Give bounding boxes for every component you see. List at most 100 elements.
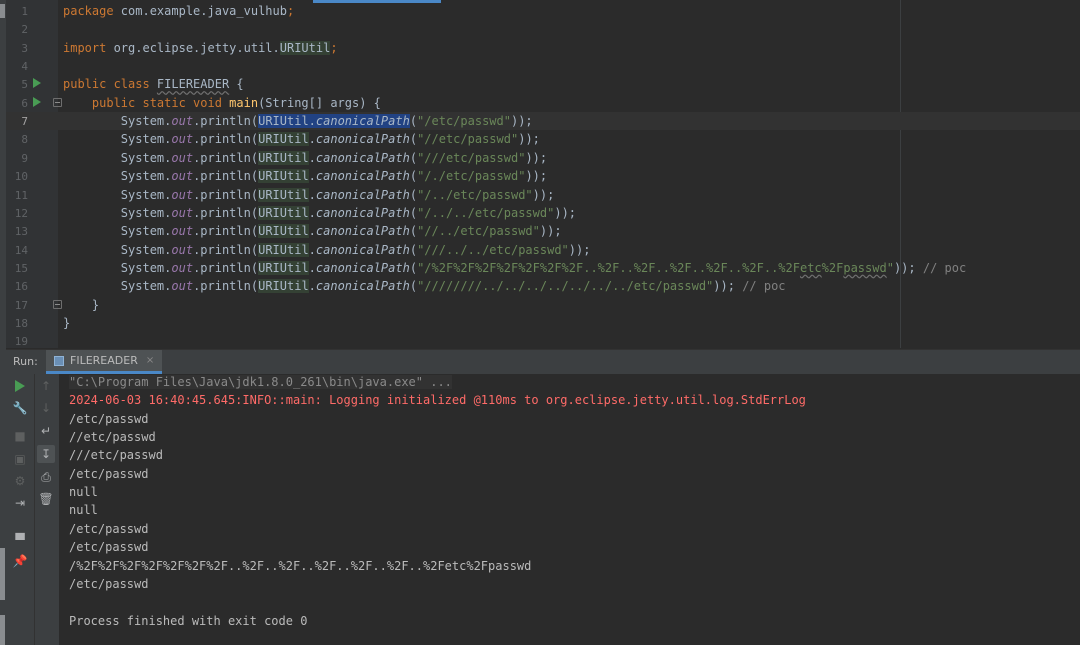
line-number[interactable]: 4 [6,60,28,73]
line-number[interactable]: 2 [6,23,28,36]
print-icon[interactable]: ⎙ [38,469,54,485]
code-token: import [63,40,114,55]
line-number[interactable]: 18 [6,317,28,330]
code-token: ( [409,260,418,275]
trash-icon[interactable]: 🗑 [38,491,54,507]
code-line[interactable]: 16 System.out.println(URIUtil.canonicalP… [6,277,1080,295]
code-token: URIUtil [258,279,309,294]
code-token: System. [63,150,172,165]
line-number[interactable]: 3 [6,42,28,55]
console-line: null [69,503,98,518]
code-token: etc [799,260,822,275]
code-token: // poc [742,279,786,294]
project-tool-tab[interactable] [0,4,5,18]
code-token: )); [510,114,533,129]
code-token: System. [63,205,172,220]
code-line[interactable]: 11 System.out.println(URIUtil.canonicalP… [6,186,1080,204]
arrow-up-icon[interactable]: ↑ [38,378,54,394]
arrow-down-icon[interactable]: ↓ [38,400,54,416]
code-token: canonicalPath [315,224,410,239]
line-number[interactable]: 13 [6,225,28,238]
line-number[interactable]: 14 [6,244,28,257]
code-token: canonicalPath [315,187,410,202]
code-token: canonicalPath [315,150,410,165]
line-number[interactable]: 5 [6,78,28,91]
code-text: System.out.println(URIUtil.canonicalPath… [63,279,786,294]
code-line[interactable]: 5 public class FILEREADER { [6,75,1080,93]
run-toolbar-primary: 🔧 ■ ▣ ⚙ ⇥ ▄ 📌 [6,374,34,645]
wrench-icon[interactable]: 🔧 [12,400,28,416]
code-line[interactable]: 8 System.out.println(URIUtil.canonicalPa… [6,130,1080,148]
rerun-button[interactable] [12,378,28,394]
camera-icon[interactable]: ▣ [12,451,28,467]
code-line[interactable]: 12 System.out.println(URIUtil.canonicalP… [6,204,1080,222]
code-token: )); [525,169,548,184]
fold-icon[interactable] [53,97,62,107]
console-line: "C:\Program Files\Java\jdk1.8.0_261\bin\… [69,375,452,389]
line-number[interactable]: 9 [6,152,28,165]
layout-icon[interactable]: ▄ [12,525,28,541]
structure-tool-tab[interactable] [0,548,5,600]
code-token: .println( [193,205,259,220]
stop-icon[interactable]: ■ [12,428,28,444]
code-token: )); [532,187,555,202]
run-toolbar-secondary: ↑ ↓ ↵ ↧ ⎙ 🗑 [34,374,59,645]
gear-icon[interactable]: ⚙ [12,473,28,489]
close-icon[interactable]: × [146,355,154,366]
line-number[interactable]: 15 [6,262,28,275]
code-token: canonicalPath [315,205,410,220]
code-line[interactable]: 3 import org.eclipse.jetty.util.URIUtil; [6,39,1080,57]
code-token: . [308,187,316,202]
code-line[interactable]: 7 System.out.println(URIUtil.canonicalPa… [6,112,1080,131]
scroll-to-end-icon[interactable]: ↧ [37,445,55,463]
code-line[interactable]: 4 [6,57,1080,75]
line-number[interactable]: 7 [6,115,28,128]
code-token: } [63,315,71,330]
code-token: passwd [843,260,887,275]
line-number[interactable]: 16 [6,280,28,293]
console-line: Process finished with exit code 0 [69,613,308,628]
code-token: ( [409,169,418,184]
run-tab-filereader[interactable]: FILEREADER × [46,350,163,374]
code-line[interactable]: 9 System.out.println(URIUtil.canonicalPa… [6,149,1080,167]
line-number[interactable]: 8 [6,133,28,146]
code-line[interactable]: 13 System.out.println(URIUtil.canonicalP… [6,222,1080,240]
code-token: out [171,224,194,239]
code-token: .println( [193,242,259,257]
code-line[interactable]: 2 [6,20,1080,38]
line-number[interactable]: 10 [6,170,28,183]
code-line[interactable]: 15 System.out.println(URIUtil.canonicalP… [6,259,1080,277]
code-text: System.out.println(URIUtil.canonicalPath… [63,114,533,129]
line-number[interactable]: 12 [6,207,28,220]
code-line[interactable]: 6 public static void main(String[] args)… [6,94,1080,112]
code-line[interactable]: 18} [6,314,1080,332]
run-gutter-icon[interactable] [33,78,41,89]
code-token: URIUtil [258,205,309,220]
code-token: System. [63,132,172,147]
code-line[interactable]: 10 System.out.println(URIUtil.canonicalP… [6,167,1080,185]
code-line[interactable]: 14 System.out.println(URIUtil.canonicalP… [6,241,1080,259]
code-line[interactable]: 1 package com.example.java_vulhub; [6,2,1080,20]
code-text: System.out.println(URIUtil.canonicalPath… [63,150,547,165]
fold-icon[interactable] [53,299,62,309]
pin-icon[interactable]: 📌 [12,553,28,569]
line-number[interactable]: 11 [6,189,28,202]
favorites-tool-tab[interactable] [0,615,5,645]
line-number[interactable]: 6 [6,97,28,110]
code-editor[interactable]: 1 package com.example.java_vulhub; 2 3 impor… [6,0,1080,348]
code-token: ( [409,224,418,239]
code-token: out [171,260,194,275]
soft-wrap-icon[interactable]: ↵ [38,423,54,439]
code-token: (String[] args) { [258,95,381,110]
exit-icon[interactable]: ⇥ [12,495,28,511]
line-number[interactable]: 19 [6,335,28,348]
run-console-output[interactable]: "C:\Program Files\Java\jdk1.8.0_261\bin\… [59,374,1080,645]
code-line[interactable]: 17 } [6,296,1080,314]
line-number[interactable]: 1 [6,5,28,18]
code-line[interactable]: 19 [6,332,1080,348]
run-gutter-icon[interactable] [33,96,41,107]
code-token: )); [713,279,743,294]
code-token: "/../etc/passwd" [417,187,533,202]
code-text: public class FILEREADER { [63,77,244,91]
line-number[interactable]: 17 [6,299,28,312]
